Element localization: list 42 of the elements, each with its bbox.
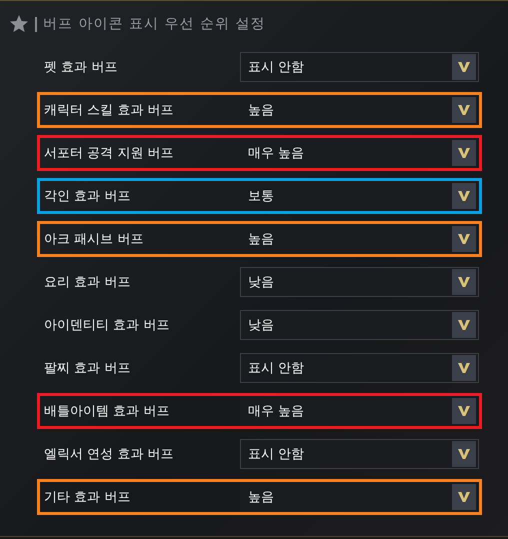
priority-dropdown[interactable]: 매우 높음 (240, 396, 479, 426)
star-icon (9, 14, 29, 34)
dropdown-button[interactable] (452, 398, 476, 424)
chevron-icon (457, 491, 471, 503)
priority-dropdown[interactable]: 높음 (240, 482, 479, 512)
dropdown-button[interactable] (452, 355, 476, 381)
setting-label: 서포터 공격 지원 버프 (43, 145, 174, 162)
priority-dropdown[interactable]: 표시 안함 (240, 353, 479, 383)
chevron-icon (457, 405, 471, 417)
chevron-icon (457, 319, 471, 331)
priority-dropdown[interactable]: 낮음 (240, 267, 479, 297)
priority-dropdown[interactable]: 표시 안함 (240, 439, 479, 469)
setting-label: 기타 효과 버프 (43, 489, 132, 506)
chevron-icon (457, 61, 471, 73)
setting-label: 팔찌 효과 버프 (43, 360, 132, 377)
dropdown-button[interactable] (452, 140, 476, 166)
dropdown-button[interactable] (452, 312, 476, 338)
chevron-icon (457, 276, 471, 288)
setting-label: 요리 효과 버프 (43, 274, 132, 291)
setting-label: 아크 패시브 버프 (43, 231, 144, 248)
chevron-icon (457, 233, 471, 245)
priority-dropdown[interactable]: 표시 안함 (240, 52, 479, 82)
dropdown-button[interactable] (452, 441, 476, 467)
priority-dropdown[interactable]: 낮음 (240, 310, 479, 340)
dropdown-button[interactable] (452, 484, 476, 510)
chevron-icon (457, 104, 471, 116)
setting-label: 각인 효과 버프 (43, 188, 132, 205)
setting-label: 펫 효과 버프 (43, 59, 118, 76)
setting-label: 아이덴티티 효과 버프 (43, 317, 170, 334)
dropdown-button[interactable] (452, 183, 476, 209)
setting-label: 엘릭서 연성 효과 버프 (43, 446, 174, 463)
setting-label: 캐릭터 스킬 효과 버프 (43, 102, 174, 119)
dropdown-button[interactable] (452, 54, 476, 80)
chevron-icon (457, 147, 471, 159)
chevron-icon (457, 362, 471, 374)
dropdown-button[interactable] (452, 269, 476, 295)
dropdown-button[interactable] (452, 226, 476, 252)
chevron-icon (457, 448, 471, 460)
chevron-icon (457, 190, 471, 202)
section-title: 버프 아이콘 표시 우선 순위 설정 (43, 15, 266, 33)
setting-label: 배틀아이템 효과 버프 (43, 403, 170, 420)
dropdown-button[interactable] (452, 97, 476, 123)
